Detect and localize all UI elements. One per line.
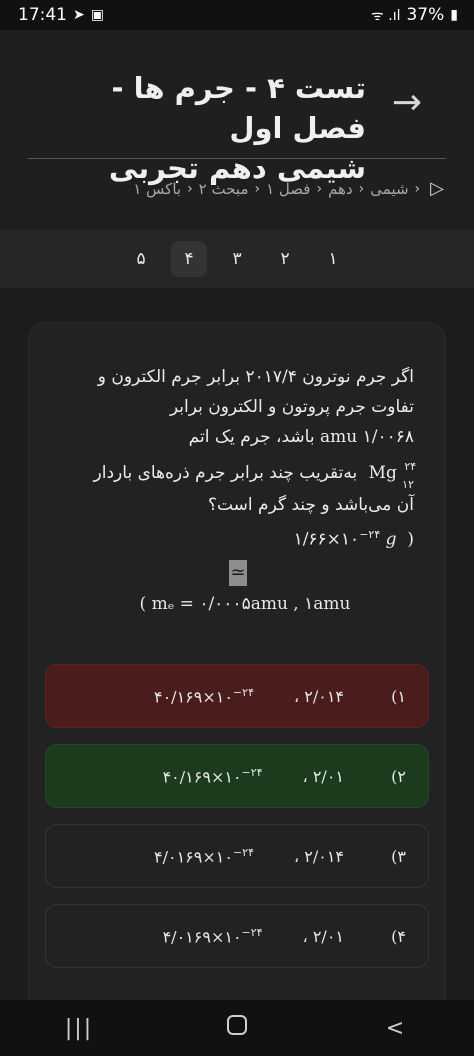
option-1[interactable]: ۱) ۲/۰۱۴ ، ۴۰/۱۶۹×۱۰−۲۴	[45, 664, 429, 728]
title-line-1: تست ۴ - جرم ها - فصل اول	[111, 71, 366, 145]
option-ratio: ۲/۰۱ ،	[302, 926, 344, 946]
constants-line: ( mₑ = ۰/۰۰۰۵amu , ۱amu	[139, 594, 351, 614]
chevron-left-icon: ‹	[414, 180, 421, 197]
option-number: ۱)	[391, 686, 406, 706]
question-tab-1[interactable]: ۱	[315, 241, 351, 277]
breadcrumb-item[interactable]: مبحث ۲	[199, 180, 249, 198]
option-3[interactable]: ۳) ۲/۰۱۴ ، ۴/۰۱۶۹×۱۰−۲۴	[45, 824, 429, 888]
signal-icon: ᯤ .ıl	[371, 7, 401, 24]
question-tab-4[interactable]: ۴	[171, 241, 207, 277]
option-number: ۴)	[391, 926, 406, 946]
page-header: تست ۴ - جرم ها - فصل اول شیمی دهم تجربی …	[0, 30, 474, 230]
chevron-left-icon: ‹	[254, 180, 261, 197]
battery-level: 37%	[406, 5, 445, 25]
breadcrumb-item[interactable]: دهم	[328, 180, 353, 198]
question-formula: ۱/۰۰۶۸ amu	[319, 427, 414, 447]
breadcrumb-item[interactable]: شیمی	[370, 180, 408, 198]
recents-button[interactable]: |||	[49, 1016, 109, 1041]
approx-symbol: ≃	[229, 560, 247, 586]
option-mass: ۴۰/۱۶۹×۱۰−۲۴	[153, 685, 254, 707]
question-text-part: به‌تقریب چند برابر جرم ذره‌های باردار	[93, 463, 358, 483]
option-ratio: ۲/۰۱۴ ،	[293, 686, 344, 706]
breadcrumb: ▷ ‹ شیمی ‹ دهم ‹ فصل ۱ ‹ مبحث ۲ ‹ باکس ۱	[24, 178, 444, 199]
header-divider	[28, 158, 446, 159]
play-icon[interactable]: ▷	[430, 178, 444, 199]
page-title: تست ۴ - جرم ها - فصل اول شیمی دهم تجربی	[36, 68, 366, 188]
gallery-icon: ▣	[90, 7, 104, 23]
magnesium-symbol: ۲۴ ۱۲ Mg	[368, 458, 417, 491]
question-text-part: تفاوت جرم پروتون و الکترون برابر	[169, 397, 414, 417]
telegram-icon: ➤	[73, 7, 85, 23]
option-4[interactable]: ۴) ۲/۰۱ ، ۴/۰۱۶۹×۱۰−۲۴	[45, 904, 429, 968]
exponent: −۲۴	[359, 528, 381, 541]
question-text: اگر جرم نوترون ۲۰۱۷/۴ برابر جرم الکترون …	[59, 362, 417, 555]
option-ratio: ۲/۰۱۴ ،	[293, 846, 344, 866]
option-mass: ۴/۰۱۶۹×۱۰−۲۴	[162, 925, 263, 947]
option-mass: ۴/۰۱۶۹×۱۰−۲۴	[153, 845, 254, 867]
home-icon	[227, 1015, 247, 1035]
atomic-number: ۱۲	[402, 478, 414, 491]
option-mass: ۴۰/۱۶۹×۱۰−۲۴	[162, 765, 263, 787]
chevron-left-icon: ‹	[316, 180, 323, 197]
question-formula: ۲۰۱۷/۴	[245, 367, 297, 387]
question-formula: ۱/۶۶×۱۰	[293, 529, 360, 550]
question-text-part: اگر جرم نوترون	[302, 367, 414, 387]
mass-number: ۲۴	[404, 460, 417, 473]
option-ratio: ۲/۰۱ ،	[302, 766, 344, 786]
question-text-part: آن می‌باشد و چند گرم است؟	[207, 495, 414, 515]
status-time: 17:41	[18, 5, 67, 25]
question-nav: ۱ ۲ ۳ ۴ ۵	[0, 230, 474, 288]
status-bar: 17:41 ➤ ▣ ᯤ .ıl 37% ▮	[0, 0, 474, 30]
back-button[interactable]: <	[365, 1016, 425, 1041]
chevron-left-icon: ‹	[187, 180, 193, 197]
option-number: ۳)	[391, 846, 406, 866]
battery-icon: ▮	[450, 7, 458, 23]
breadcrumb-item[interactable]: فصل ۱	[266, 180, 310, 198]
home-button[interactable]	[207, 1015, 267, 1041]
element-symbol: Mg	[368, 463, 397, 483]
question-tab-5[interactable]: ۵	[123, 241, 159, 277]
breadcrumb-item[interactable]: باکس ۱	[133, 180, 181, 198]
system-nav-bar: ||| <	[0, 1000, 474, 1056]
question-tab-2[interactable]: ۲	[267, 241, 303, 277]
unit: g	[385, 529, 397, 550]
question-tab-3[interactable]: ۳	[219, 241, 255, 277]
question-text-part: برابر جرم الکترون و	[97, 367, 241, 387]
chevron-left-icon: ‹	[358, 180, 365, 197]
question-text-part: باشد، جرم یک اتم	[188, 427, 315, 447]
option-number: ۲)	[391, 766, 406, 786]
option-2[interactable]: ۲) ۲/۰۱ ، ۴۰/۱۶۹×۱۰−۲۴	[45, 744, 429, 808]
arrow-right-icon[interactable]: →	[392, 85, 422, 121]
